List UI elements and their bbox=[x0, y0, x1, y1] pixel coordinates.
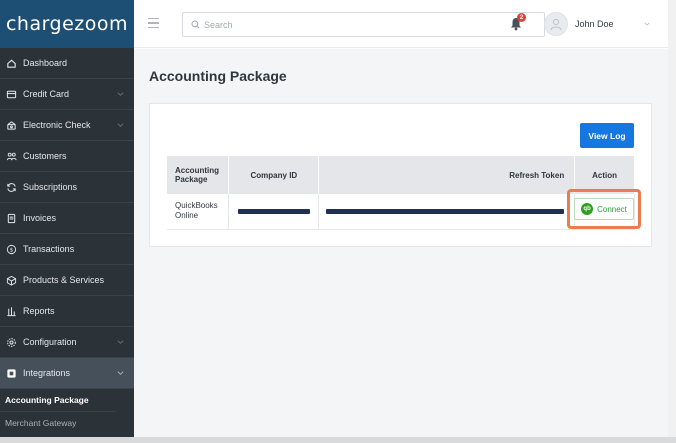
sidebar-item-configuration[interactable]: Configuration bbox=[0, 327, 134, 358]
sidebar-item-products-services[interactable]: Products & Services bbox=[0, 265, 134, 296]
accounting-table: Accounting Package Company ID Refresh To… bbox=[167, 156, 635, 230]
chevron-down-icon bbox=[117, 92, 124, 96]
user-icon bbox=[550, 18, 562, 31]
box-icon bbox=[6, 275, 17, 286]
sidebar-item-transactions[interactable]: $ Transactions bbox=[0, 234, 134, 265]
sidebar: chargezoom Dashboard Credit Card Electro… bbox=[0, 0, 134, 437]
table-row: QuickBooks Online bbox=[167, 194, 635, 230]
bottom-edge bbox=[0, 437, 676, 443]
sidebar-item-label: Reports bbox=[23, 306, 55, 316]
sidebar-item-invoices[interactable]: Invoices bbox=[0, 203, 134, 234]
bank-icon bbox=[6, 120, 17, 131]
table-header-row: Accounting Package Company ID Refresh To… bbox=[167, 156, 635, 194]
sidebar-item-label: Configuration bbox=[23, 337, 77, 347]
sidebar-item-reports[interactable]: Reports bbox=[0, 296, 134, 327]
user-name[interactable]: John Doe bbox=[575, 19, 614, 29]
sidebar-item-label: Customers bbox=[23, 151, 67, 161]
chevron-down-icon bbox=[117, 340, 124, 344]
sidebar-item-label: Electronic Check bbox=[23, 120, 91, 130]
connect-highlight: qb Connect bbox=[567, 189, 641, 229]
search-placeholder: Search bbox=[204, 19, 233, 30]
chevron-down-icon bbox=[117, 371, 124, 375]
column-header-refresh-token: Refresh Token bbox=[318, 156, 576, 194]
sidebar-item-label: Credit Card bbox=[23, 89, 70, 99]
dollar-icon: $ bbox=[6, 244, 17, 255]
sidebar-item-customers[interactable]: Customers bbox=[0, 141, 134, 172]
invoice-icon bbox=[6, 213, 17, 224]
page-scrollbar[interactable] bbox=[668, 0, 676, 437]
sidebar-subitem-merchant-gateway[interactable]: Merchant Gateway bbox=[0, 411, 116, 433]
connect-label: Connect bbox=[597, 204, 627, 214]
home-icon bbox=[6, 58, 17, 69]
sidebar-item-credit-card[interactable]: Credit Card bbox=[0, 79, 134, 110]
sidebar-item-integrations[interactable]: Integrations bbox=[0, 358, 134, 389]
chevron-down-icon bbox=[117, 123, 124, 127]
connect-button[interactable]: qb Connect bbox=[574, 198, 634, 220]
chart-icon bbox=[6, 306, 17, 317]
refresh-token-cell bbox=[318, 194, 576, 230]
sidebar-item-label: Subscriptions bbox=[23, 182, 78, 192]
sidebar-item-label: Products & Services bbox=[23, 275, 105, 285]
view-log-button[interactable]: View Log bbox=[580, 123, 634, 148]
sidebar-subitem-accounting-package[interactable]: Accounting Package bbox=[0, 389, 134, 411]
redacted-company-id bbox=[237, 208, 310, 214]
company-id-cell bbox=[228, 194, 320, 230]
gear-icon bbox=[6, 337, 17, 348]
top-bar: Search 2 John Doe bbox=[134, 0, 668, 48]
chevron-down-icon[interactable] bbox=[644, 21, 650, 27]
search-icon bbox=[191, 20, 200, 29]
redacted-refresh-token bbox=[326, 208, 565, 214]
menu-toggle-icon[interactable] bbox=[148, 18, 159, 29]
main-content: Accounting Package View Log Accounting P… bbox=[134, 49, 668, 437]
integration-icon bbox=[6, 368, 17, 379]
page-title: Accounting Package bbox=[149, 68, 287, 84]
quickbooks-logo-icon: qb bbox=[581, 203, 594, 215]
svg-text:$: $ bbox=[10, 247, 14, 253]
sidebar-item-dashboard[interactable]: Dashboard bbox=[0, 48, 134, 79]
sidebar-item-label: Dashboard bbox=[23, 58, 68, 68]
column-header-accounting-package: Accounting Package bbox=[167, 156, 230, 194]
search-input[interactable]: Search bbox=[182, 12, 545, 37]
column-header-company-id: Company ID bbox=[228, 156, 320, 194]
notification-badge: 2 bbox=[517, 13, 526, 22]
package-name-cell: QuickBooks Online bbox=[167, 194, 230, 230]
sidebar-item-label: Integrations bbox=[23, 368, 71, 378]
credit-card-icon bbox=[6, 89, 17, 100]
app-logo[interactable]: chargezoom bbox=[0, 0, 134, 48]
sidebar-item-subscriptions[interactable]: Subscriptions bbox=[0, 172, 134, 203]
users-icon bbox=[6, 151, 17, 162]
refresh-icon bbox=[6, 182, 17, 193]
sidebar-item-label: Transactions bbox=[23, 244, 75, 254]
avatar[interactable] bbox=[544, 12, 568, 36]
sidebar-item-label: Invoices bbox=[23, 213, 57, 223]
sidebar-item-electronic-check[interactable]: Electronic Check bbox=[0, 110, 134, 141]
